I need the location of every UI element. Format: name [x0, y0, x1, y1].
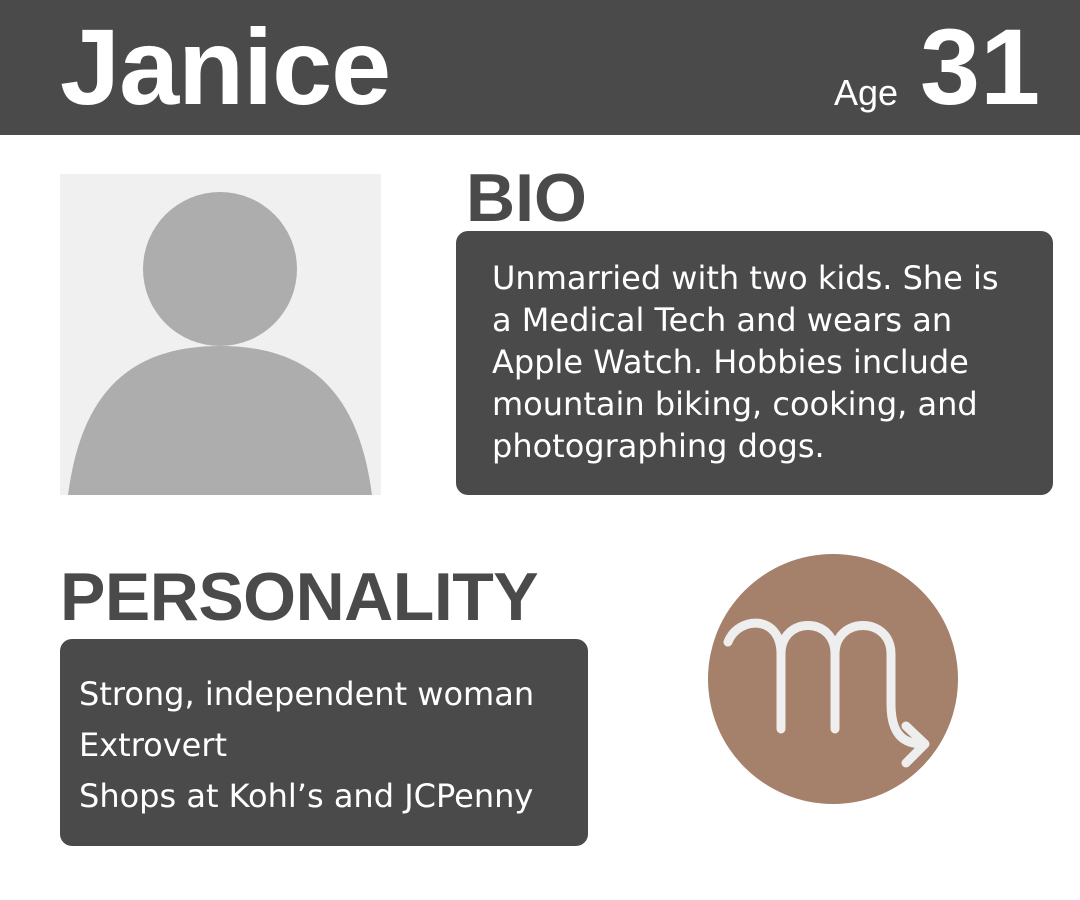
bio-heading: BIO — [466, 160, 587, 236]
age-label: Age — [834, 72, 899, 113]
personality-trait: Strong, independent woman — [79, 675, 535, 713]
personality-heading: PERSONALITY — [60, 559, 539, 635]
header-bar: Janice Age 31 — [0, 0, 1080, 135]
zodiac-badge — [708, 554, 958, 804]
avatar — [60, 174, 381, 495]
personality-box: Strong, independent woman Extrovert Shop… — [60, 639, 588, 846]
scorpio-icon — [708, 554, 958, 804]
bio-box: Unmarried with two kids. She is a Medica… — [456, 231, 1053, 495]
bio-text: Unmarried with two kids. She is a Medica… — [492, 259, 999, 465]
person-silhouette-icon — [68, 192, 372, 495]
personality-trait: Shops at Kohl’s and JCPenny — [79, 777, 534, 815]
persona-card: Janice Age 31 BIO Unmarried with two kid… — [0, 0, 1080, 900]
persona-name: Janice — [60, 6, 391, 127]
age-value: 31 — [920, 6, 1041, 127]
personality-trait: Extrovert — [79, 726, 228, 764]
